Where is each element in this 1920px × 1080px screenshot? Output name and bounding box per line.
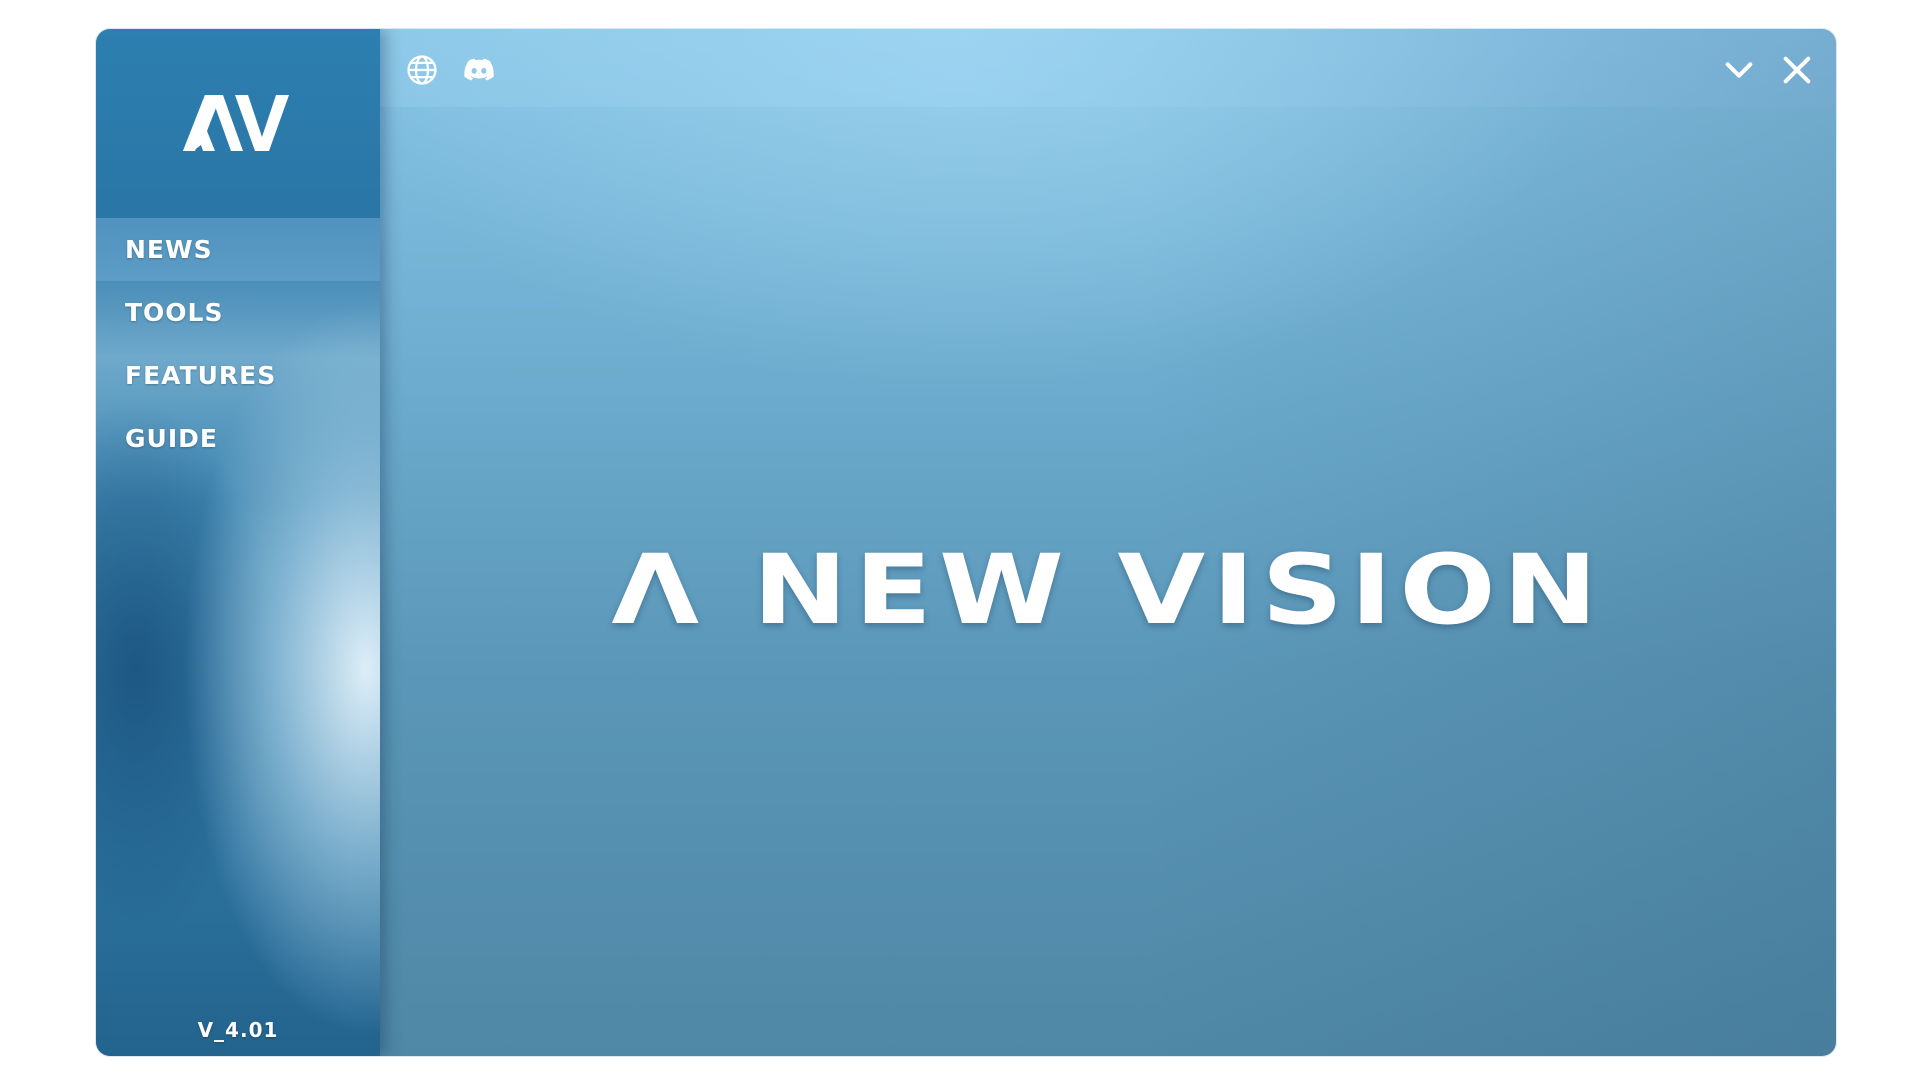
chevron-down-icon[interactable]	[1720, 51, 1758, 89]
sidebar-item-features[interactable]: FEATURES	[96, 344, 380, 407]
close-icon[interactable]	[1778, 51, 1816, 89]
sidebar-item-guide[interactable]: GUIDE	[96, 407, 380, 470]
sidebar-nav: NEWS TOOLS FEATURES GUIDE	[96, 218, 380, 470]
app-window: AV NEWS TOOLS FEATURES GUIDE V_4.01 Λ NE…	[96, 29, 1836, 1056]
sidebar-item-news[interactable]: NEWS	[96, 218, 380, 281]
discord-icon[interactable]	[460, 51, 498, 89]
logo: AV	[96, 89, 380, 179]
globe-icon[interactable]	[403, 51, 441, 89]
av-logo-icon: AV	[183, 95, 289, 151]
main-headline: Λ NEW VISION	[611, 534, 1605, 646]
version-label: V_4.01	[197, 1018, 279, 1042]
sidebar: AV NEWS TOOLS FEATURES GUIDE V_4.01	[96, 29, 380, 1056]
sidebar-item-tools[interactable]: TOOLS	[96, 281, 380, 344]
